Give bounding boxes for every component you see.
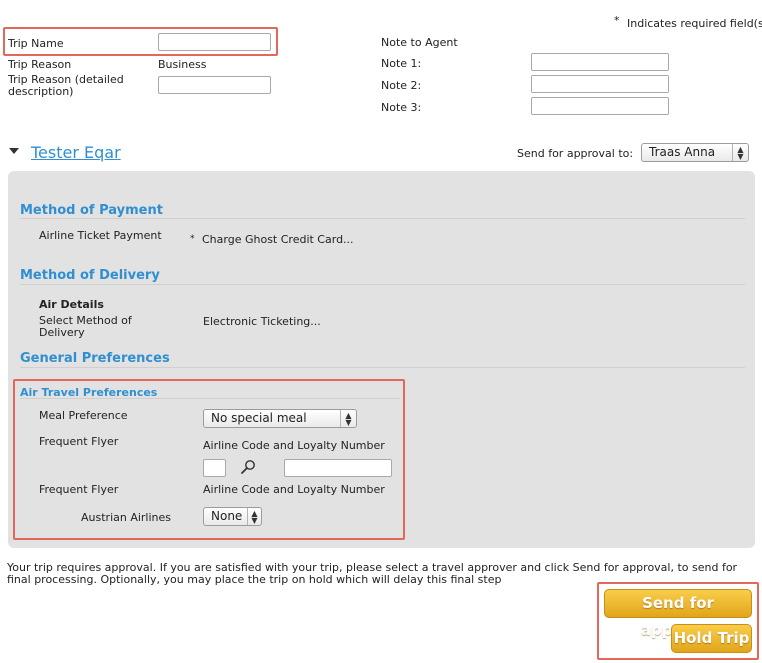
austrian-airlines-select[interactable]: None ▲ ▼: [203, 507, 262, 526]
magnifier-search-icon[interactable]: [240, 458, 258, 476]
loyalty-number-input[interactable]: [284, 459, 392, 477]
ticket-payment-label: Airline Ticket Payment: [39, 229, 162, 242]
frequent-flyer-label-1: Frequent Flyer: [39, 435, 119, 448]
note1-label: Note 1:: [381, 57, 422, 70]
frequent-flyer-label-2: Frequent Flyer: [39, 483, 119, 496]
trip-name-label: Trip Name: [8, 37, 64, 50]
note2-label: Note 2:: [381, 79, 422, 92]
air-details-label: Air Details: [39, 298, 104, 311]
delivery-divider: [20, 284, 745, 285]
preferences-divider: [20, 367, 745, 368]
approver-select[interactable]: Traas Anna ▲ ▼: [641, 143, 749, 162]
send-for-approval-button[interactable]: Send for approval: [604, 589, 752, 639]
note3-label: Note 3:: [381, 101, 422, 114]
approval-to-label: Send for approval to:: [517, 147, 634, 160]
trip-reason-value: Business: [158, 58, 207, 71]
note-to-agent-header: Note to Agent: [381, 36, 458, 49]
trip-reason-label: Trip Reason: [8, 58, 72, 71]
select-arrows-icon: ▲ ▼: [247, 508, 261, 525]
preferences-section-title: General Preferences: [20, 351, 170, 366]
delivery-method-label: Select Method of Delivery: [39, 314, 132, 339]
trip-name-input[interactable]: [158, 33, 271, 51]
airline-code-input[interactable]: [203, 459, 226, 477]
select-arrows-icon: ▲ ▼: [732, 144, 748, 161]
meal-preference-label: Meal Preference: [39, 409, 128, 422]
note1-input[interactable]: [531, 53, 669, 71]
meal-preference-value: No special meal: [211, 411, 307, 425]
frequent-flyer-hint-2: Airline Code and Loyalty Number: [203, 483, 385, 496]
required-note: Indicates required field(s): [627, 17, 762, 30]
payment-divider: [20, 218, 745, 219]
austrian-airlines-value: None: [211, 509, 243, 523]
collapse-triangle-icon[interactable]: [9, 148, 19, 154]
trip-reason-detail-input[interactable]: [158, 76, 271, 94]
traveler-name-link[interactable]: Tester Eqar: [31, 143, 121, 162]
ticket-payment-value[interactable]: Charge Ghost Credit Card...: [202, 233, 354, 246]
approver-value: Traas Anna: [649, 145, 716, 159]
note3-input[interactable]: [531, 97, 669, 115]
delivery-method-value[interactable]: Electronic Ticketing...: [203, 315, 321, 328]
austrian-airlines-label: Austrian Airlines: [81, 511, 172, 524]
ticket-payment-star: *: [190, 234, 195, 244]
meal-preference-select[interactable]: No special meal ▲ ▼: [203, 409, 357, 428]
select-arrows-icon: ▲ ▼: [340, 410, 356, 427]
delivery-section-title: Method of Delivery: [20, 268, 160, 283]
note2-input[interactable]: [531, 75, 669, 93]
required-star: *: [614, 14, 620, 27]
air-preferences-divider: [20, 398, 400, 399]
trip-reason-detail-label: Trip Reason (detailed description): [8, 73, 124, 98]
hold-trip-button[interactable]: Hold Trip: [671, 624, 752, 653]
payment-section-title: Method of Payment: [20, 203, 163, 218]
frequent-flyer-hint-1: Airline Code and Loyalty Number: [203, 439, 385, 452]
